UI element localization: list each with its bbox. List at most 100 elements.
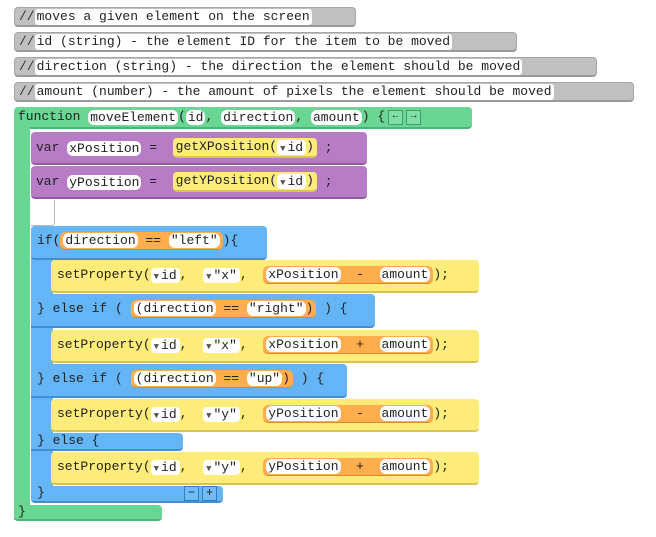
set-property-block[interactable]: setProperty(▼ id, ▼ "y", yPosition + amoun…: [51, 452, 479, 485]
cond-var-field[interactable]: (direction: [133, 371, 216, 386]
comment-text[interactable]: amount (number) - the amount of pixels t…: [34, 84, 554, 100]
statement-end: );: [433, 459, 449, 474]
remove-branch-button[interactable]: −: [184, 486, 199, 501]
set-property-block[interactable]: setProperty(▼ id, ▼ "x", xPosition + amoun…: [51, 330, 479, 363]
else-if-open-brace: ) {: [324, 301, 348, 316]
id-dropdown[interactable]: ▼ id: [150, 337, 180, 353]
comment-text[interactable]: direction (string) - the direction the e…: [34, 59, 523, 75]
condition-block[interactable]: direction == "left": [60, 232, 223, 250]
rhs-field[interactable]: amount: [379, 267, 431, 282]
rhs-field[interactable]: amount: [379, 406, 431, 421]
dropdown-value: id: [287, 173, 304, 189]
id-dropdown[interactable]: ▼ id: [277, 173, 307, 189]
set-property-block[interactable]: setProperty(▼ id, ▼ "y", yPosition - amoun…: [51, 399, 479, 432]
param-field-amount[interactable]: amount: [310, 109, 362, 125]
math-block[interactable]: yPosition + amount: [263, 458, 434, 476]
var-keyword: var: [36, 140, 60, 155]
statement-end: );: [433, 337, 449, 352]
condition-block[interactable]: (direction == "up"): [130, 370, 293, 388]
math-block[interactable]: yPosition - amount: [263, 405, 434, 423]
call-name: getYPosition(: [175, 173, 278, 188]
get-y-position-block[interactable]: getYPosition(▼ id): [172, 172, 317, 192]
function-block[interactable]: function moveElement(id, direction, amou…: [14, 107, 472, 129]
rhs-field[interactable]: amount: [379, 337, 431, 352]
comment-text[interactable]: moves a given element on the screen: [34, 9, 312, 25]
lhs-field[interactable]: xPosition: [266, 337, 341, 352]
cond-var-field[interactable]: direction: [63, 233, 138, 248]
call-name: setProperty(: [57, 337, 151, 352]
var-declaration-block[interactable]: var xPosition = getXPosition(▼ id) ;: [31, 132, 367, 165]
assign-op: =: [149, 174, 158, 189]
id-dropdown[interactable]: ▼ id: [150, 267, 180, 283]
id-dropdown[interactable]: ▼ id: [277, 139, 307, 155]
comment-prefix: //: [19, 59, 35, 74]
math-operator: -: [356, 266, 364, 282]
statement-end: );: [433, 406, 449, 421]
lhs-field[interactable]: yPosition: [266, 406, 341, 421]
dropdown-value: id: [287, 139, 304, 155]
comment-text[interactable]: id (string) - the element ID for the ite…: [34, 34, 453, 50]
call-name: setProperty(: [57, 267, 151, 282]
if-open-brace: ){: [222, 233, 239, 248]
cond-var-field[interactable]: (direction: [133, 301, 216, 316]
get-x-position-block[interactable]: getXPosition(▼ id): [172, 138, 317, 158]
dropdown-arrow-icon: ▼: [206, 463, 212, 474]
var-name-field[interactable]: yPosition: [67, 174, 142, 190]
dropdown-arrow-icon: ▼: [206, 341, 212, 352]
cond-value-field[interactable]: "left": [168, 233, 220, 248]
comma: ,: [179, 406, 188, 421]
comma: ,: [239, 337, 248, 352]
function-name-field[interactable]: moveElement: [88, 109, 179, 125]
var-declaration-block[interactable]: var yPosition = getYPosition(▼ id) ;: [31, 166, 367, 199]
rhs-field[interactable]: amount: [379, 459, 431, 474]
cond-value-field[interactable]: "up": [246, 371, 283, 386]
dropdown-value: id: [161, 406, 177, 422]
id-dropdown[interactable]: ▼ id: [150, 406, 180, 422]
else-if-open-brace: ) {: [300, 371, 325, 386]
comment-block[interactable]: //id (string) - the element ID for the i…: [14, 32, 517, 52]
dropdown-arrow-icon: ▼: [153, 271, 160, 282]
comma: ,: [239, 406, 248, 421]
if-keyword: if(: [37, 233, 61, 248]
property-dropdown[interactable]: ▼ "y": [203, 406, 240, 422]
if-block[interactable]: if(direction == "left"){: [31, 226, 267, 260]
comment-block[interactable]: //moves a given element on the screen: [14, 7, 356, 27]
add-branch-button[interactable]: +: [202, 486, 217, 501]
param-field-id[interactable]: id: [185, 109, 206, 125]
math-operator: +: [356, 336, 364, 352]
param-field-direction[interactable]: direction: [221, 109, 296, 125]
else-if-branch[interactable]: } else if ( (direction == "right") ) {: [31, 294, 375, 328]
comment-block[interactable]: //amount (number) - the amount of pixels…: [14, 82, 634, 102]
comment-block[interactable]: //direction (string) - the direction the…: [14, 57, 597, 77]
add-param-button[interactable]: →: [406, 109, 422, 125]
property-dropdown[interactable]: ▼ "x": [203, 337, 240, 353]
math-block[interactable]: xPosition - amount: [263, 266, 434, 284]
lhs-field[interactable]: yPosition: [266, 459, 341, 474]
property-dropdown[interactable]: ▼ "x": [203, 267, 240, 283]
assign-op: =: [149, 140, 158, 155]
dropdown-value: id: [161, 459, 177, 475]
set-property-block[interactable]: setProperty(▼ id, ▼ "x", xPosition - amoun…: [51, 260, 479, 293]
comment-prefix: //: [19, 84, 35, 99]
dropdown-value: id: [161, 337, 177, 353]
comma: ,: [295, 109, 304, 124]
semicolon: ;: [324, 140, 333, 155]
else-if-branch[interactable]: } else if ( (direction == "up") ) {: [31, 364, 347, 398]
dropdown-value: "x": [213, 267, 237, 283]
dropdown-arrow-icon: ▼: [280, 177, 286, 188]
math-operator: +: [356, 458, 364, 474]
else-branch[interactable]: } else {: [31, 433, 183, 451]
else-if-keyword: } else if (: [37, 371, 123, 386]
id-dropdown[interactable]: ▼ id: [150, 459, 180, 475]
remove-param-button[interactable]: ←: [388, 109, 404, 125]
dropdown-value: "y": [213, 406, 237, 422]
lhs-field[interactable]: xPosition: [266, 267, 341, 282]
math-block[interactable]: xPosition + amount: [263, 336, 434, 354]
cond-value-field[interactable]: "right": [246, 301, 306, 316]
call-close: ): [306, 139, 314, 154]
condition-block[interactable]: (direction == "right"): [130, 300, 317, 318]
var-name-field[interactable]: xPosition: [67, 140, 142, 156]
cond-operator: ==: [223, 370, 240, 386]
property-dropdown[interactable]: ▼ "y": [203, 459, 240, 475]
empty-statement-slot[interactable]: [31, 200, 55, 226]
